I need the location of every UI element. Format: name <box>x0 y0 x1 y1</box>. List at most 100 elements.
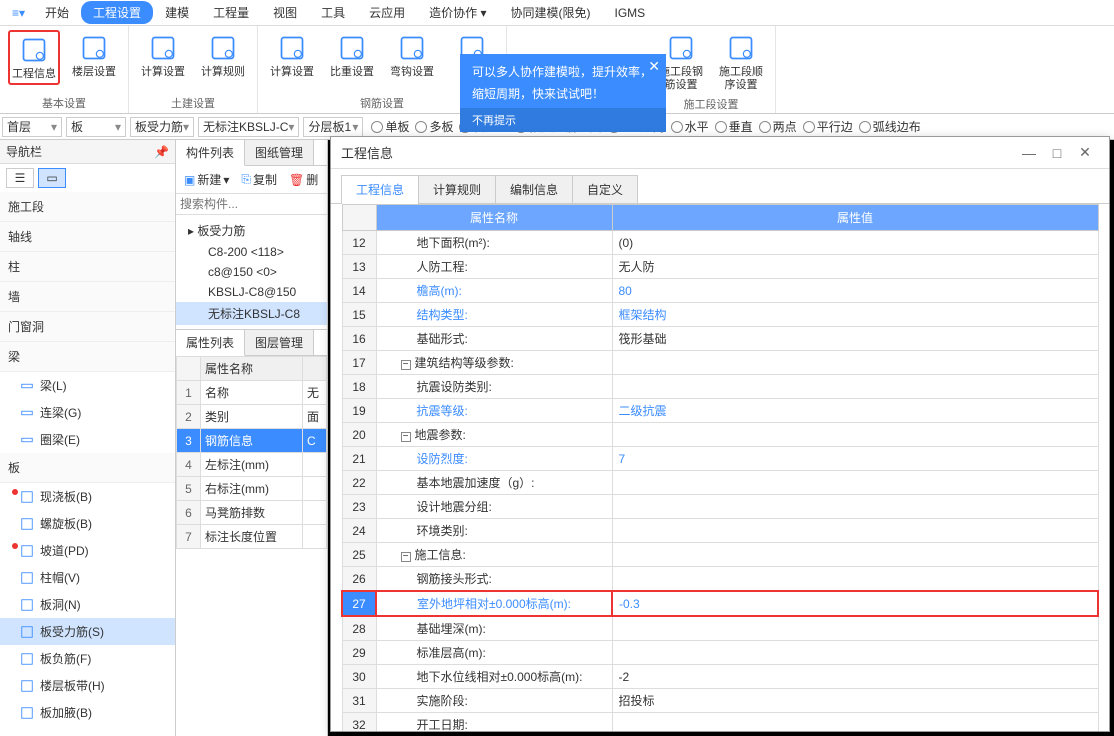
dtab-calc-rule[interactable]: 计算规则 <box>418 175 496 203</box>
tooltip-footer[interactable]: 不再提示 <box>460 108 666 132</box>
dtab-compile-info[interactable]: 编制信息 <box>495 175 573 203</box>
dtab-custom[interactable]: 自定义 <box>572 175 638 203</box>
prop-row[interactable]: 6马凳筋排数 <box>177 501 327 525</box>
optbar-radio[interactable]: 多板 <box>415 118 453 135</box>
info-row[interactable]: 17−建筑结构等级参数: <box>342 351 1098 375</box>
ribbon-楼层设置[interactable]: 楼层设置 <box>68 30 120 85</box>
info-row[interactable]: 24环境类别: <box>342 519 1098 543</box>
nav-item[interactable]: 螺旋板(B) <box>0 510 175 537</box>
nav-cat-板[interactable]: 板 <box>0 453 175 483</box>
nav-item[interactable]: 圈梁(E) <box>0 426 175 453</box>
collapse-icon[interactable]: − <box>401 432 411 442</box>
comp-tree-node[interactable]: KBSLJ-C8@150 <box>176 282 327 302</box>
ribbon-计算设置[interactable]: 计算设置 <box>266 30 318 81</box>
info-row[interactable]: 18抗震设防类别: <box>342 375 1098 399</box>
prop-row[interactable]: 7标注长度位置 <box>177 525 327 549</box>
prop-row[interactable]: 1名称无 <box>177 381 327 405</box>
info-row[interactable]: 25−施工信息: <box>342 543 1098 567</box>
minimize-button[interactable]: — <box>1015 145 1043 161</box>
menu-云应用[interactable]: 云应用 <box>357 1 417 24</box>
tooltip-close-icon[interactable]: ✕ <box>648 58 660 75</box>
info-row[interactable]: 27室外地坪相对±0.000标高(m):-0.3 <box>342 591 1098 616</box>
prop-row[interactable]: 5右标注(mm) <box>177 477 327 501</box>
new-button[interactable]: ▣新建▾ <box>180 169 233 190</box>
dtab-project-info[interactable]: 工程信息 <box>341 175 419 203</box>
info-row[interactable]: 26钢筋接头形式: <box>342 567 1098 592</box>
nav-view-list-icon[interactable]: ☰ <box>6 168 34 188</box>
info-row[interactable]: 21设防烈度:7 <box>342 447 1098 471</box>
optbar-radio[interactable]: 垂直 <box>715 118 753 135</box>
info-table[interactable]: 属性名称属性值12地下面积(m²):(0)13人防工程:无人防14檐高(m):8… <box>341 204 1099 731</box>
ribbon-计算规则[interactable]: 计算规则 <box>197 30 249 81</box>
nav-cat-轴线[interactable]: 轴线 <box>0 222 175 252</box>
menu-IGMS[interactable]: IGMS <box>603 3 658 23</box>
nav-view-card-icon[interactable]: ▭ <box>38 168 66 188</box>
ribbon-工程信息[interactable]: 工程信息 <box>8 30 60 85</box>
nav-cat-柱[interactable]: 柱 <box>0 252 175 282</box>
ribbon-弯钩设置[interactable]: 弯钩设置 <box>386 30 438 81</box>
menu-造价协作[interactable]: 造价协作 ▾ <box>417 1 498 24</box>
menu-工程设置[interactable]: 工程设置 <box>81 1 153 24</box>
comp-search[interactable] <box>176 194 327 215</box>
nav-item[interactable]: 连梁(G) <box>0 399 175 426</box>
maximize-button[interactable]: □ <box>1043 145 1071 161</box>
nav-cat-施工段[interactable]: 施工段 <box>0 192 175 222</box>
nav-item[interactable]: 板受力筋(S) <box>0 618 175 645</box>
info-row[interactable]: 19抗震等级:二级抗震 <box>342 399 1098 423</box>
optbar-select[interactable]: 板▾ <box>66 117 126 137</box>
menu-开始[interactable]: 开始 <box>33 1 81 24</box>
info-row[interactable]: 13人防工程:无人防 <box>342 255 1098 279</box>
info-row[interactable]: 16基础形式:筏形基础 <box>342 327 1098 351</box>
nav-item[interactable]: 坡道(PD) <box>0 537 175 564</box>
info-row[interactable]: 30地下水位线相对±0.000标高(m):-2 <box>342 665 1098 689</box>
search-input[interactable] <box>180 197 323 211</box>
nav-item[interactable]: 楼层板带(H) <box>0 672 175 699</box>
ribbon-施工段顺序设置[interactable]: 施工段顺序设置 <box>715 30 767 94</box>
optbar-select[interactable]: 分层板1▾ <box>303 117 363 137</box>
info-row[interactable]: 32开工日期: <box>342 713 1098 732</box>
copy-button[interactable]: ⎘复制 <box>237 169 281 190</box>
info-row[interactable]: 14檐高(m):80 <box>342 279 1098 303</box>
collapse-icon[interactable]: − <box>401 360 411 370</box>
collapse-icon[interactable]: − <box>401 552 411 562</box>
info-row[interactable]: 22基本地震加速度（g）: <box>342 471 1098 495</box>
nav-item[interactable]: 板洞(N) <box>0 591 175 618</box>
menu-视图[interactable]: 视图 <box>261 1 309 24</box>
optbar-radio[interactable]: 弧线边布 <box>859 118 921 135</box>
info-row[interactable]: 29标准层高(m): <box>342 641 1098 665</box>
info-row[interactable]: 28基础埋深(m): <box>342 616 1098 641</box>
prop-row[interactable]: 3钢筋信息C <box>177 429 327 453</box>
menu-协同建模(限免)[interactable]: 协同建模(限免) <box>499 1 603 24</box>
prop-row[interactable]: 4左标注(mm) <box>177 453 327 477</box>
app-menu-icon[interactable]: ≡▾ <box>12 6 25 20</box>
nav-cat-门窗洞[interactable]: 门窗洞 <box>0 312 175 342</box>
delete-button[interactable]: 🗑删 <box>285 169 322 190</box>
prop-row[interactable]: 2类别面 <box>177 405 327 429</box>
menu-建模[interactable]: 建模 <box>153 1 201 24</box>
optbar-radio[interactable]: 平行边 <box>803 118 853 135</box>
ribbon-比重设置[interactable]: 比重设置 <box>326 30 378 81</box>
nav-item[interactable]: 现浇板(B) <box>0 483 175 510</box>
tab-property-list[interactable]: 属性列表 <box>176 330 245 356</box>
optbar-select[interactable]: 首层▾ <box>2 117 62 137</box>
tab-component-list[interactable]: 构件列表 <box>176 140 245 166</box>
nav-cat-墙[interactable]: 墙 <box>0 282 175 312</box>
optbar-select[interactable]: 无标注KBSLJ-C▾ <box>198 117 299 137</box>
nav-cat-梁[interactable]: 梁 <box>0 342 175 372</box>
tab-drawing-mgmt[interactable]: 图纸管理 <box>245 140 314 165</box>
optbar-radio[interactable]: 两点 <box>759 118 797 135</box>
optbar-radio[interactable]: 水平 <box>671 118 709 135</box>
pin-icon[interactable]: 📌 <box>154 145 169 159</box>
close-button[interactable]: ✕ <box>1071 144 1099 161</box>
info-row[interactable]: 15结构类型:框架结构 <box>342 303 1098 327</box>
comp-tree-node[interactable]: ▸ 板受力筋 <box>176 219 327 242</box>
info-row[interactable]: 20−地震参数: <box>342 423 1098 447</box>
info-row[interactable]: 23设计地震分组: <box>342 495 1098 519</box>
dialog-titlebar[interactable]: 工程信息 — □ ✕ <box>331 137 1109 169</box>
info-row[interactable]: 31实施阶段:招投标 <box>342 689 1098 713</box>
optbar-select[interactable]: 板受力筋▾ <box>130 117 194 137</box>
comp-tree-node[interactable]: 无标注KBSLJ-C8 <box>176 302 327 325</box>
nav-item[interactable]: 板负筋(F) <box>0 645 175 672</box>
menu-工具[interactable]: 工具 <box>309 1 357 24</box>
tab-layer-mgmt[interactable]: 图层管理 <box>245 330 314 355</box>
